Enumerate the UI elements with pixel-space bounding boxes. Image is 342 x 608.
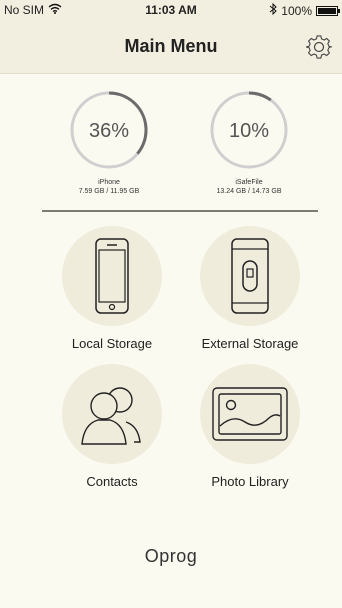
gauge-device-name: iPhone <box>98 179 120 186</box>
gauge-isafefile: 10% iSafeFile 13.24 GB / 14.73 GB <box>184 88 314 196</box>
divider <box>42 210 318 212</box>
photo-icon <box>212 387 288 441</box>
gauge-size: 13.24 GB / 14.73 GB <box>216 188 282 195</box>
gauge-iphone: 36% iPhone 7.59 GB / 11.95 GB <box>44 88 174 196</box>
battery-percent: 100% <box>281 3 312 18</box>
tile-label: Local Storage <box>71 336 153 351</box>
gauge-device-name: iSafeFile <box>235 179 263 186</box>
storage-gauges: 36% iPhone 7.59 GB / 11.95 GB 10% iSafeF… <box>0 88 342 208</box>
tile-circle <box>62 364 162 464</box>
local-storage-button[interactable]: Local Storage <box>37 226 187 351</box>
nav-bar: Main Menu <box>0 20 342 74</box>
contacts-button[interactable]: Contacts <box>37 364 187 489</box>
page-title: Main Menu <box>124 36 218 56</box>
contacts-icon <box>81 387 141 445</box>
external-drive-icon <box>231 238 269 314</box>
brand-logo: Oprog <box>144 546 198 566</box>
tile-label: External Storage <box>201 336 299 351</box>
photo-library-button[interactable]: Photo Library <box>175 364 325 489</box>
gauge-percent: 36% <box>88 120 130 142</box>
tile-circle <box>62 226 162 326</box>
smartphone-icon <box>95 238 129 314</box>
status-right: 100% <box>269 2 340 18</box>
bluetooth-icon <box>269 2 278 18</box>
status-bar: No SIM 11:03 AM 100% <box>0 0 342 20</box>
gauge-percent: 10% <box>228 120 270 142</box>
tile-circle <box>200 364 300 464</box>
tile-circle <box>200 226 300 326</box>
settings-button[interactable] <box>304 32 334 62</box>
gauge-size: 7.59 GB / 11.95 GB <box>78 188 140 195</box>
gear-icon <box>305 35 332 59</box>
tile-label: Photo Library <box>211 474 289 489</box>
tile-label: Contacts <box>86 474 138 489</box>
external-storage-button[interactable]: External Storage <box>175 226 325 351</box>
battery-icon <box>316 5 340 16</box>
